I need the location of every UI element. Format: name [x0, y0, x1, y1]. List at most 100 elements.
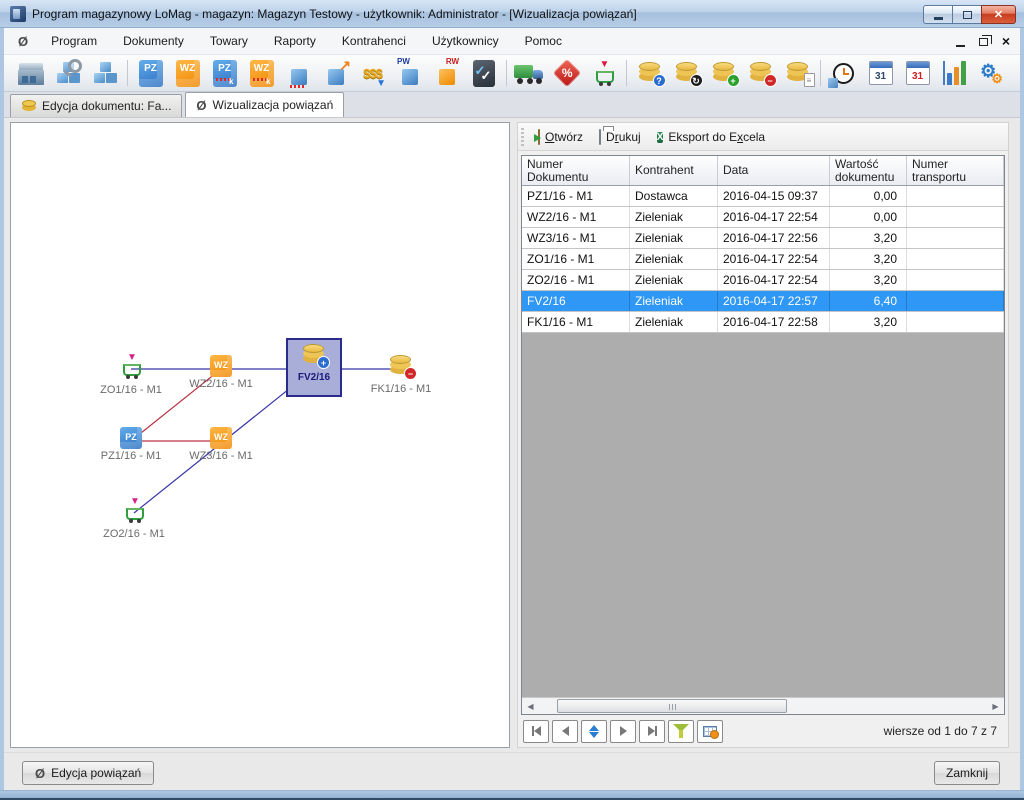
table-row[interactable]: WZ2/16 - M1Zieleniak2016-04-17 22:540,00	[522, 207, 1004, 228]
settings-icon[interactable]: ⚙⚙	[973, 56, 1010, 90]
graph-node-pz1[interactable]: PZPZ1/16 - M1	[85, 427, 177, 462]
table-cell: Zieleniak	[630, 207, 718, 227]
doc-pz-correction-icon[interactable]: PZk	[206, 56, 243, 90]
last-record-button[interactable]	[639, 720, 665, 743]
sort-button[interactable]	[581, 720, 607, 743]
money-add-icon[interactable]: +	[705, 56, 742, 90]
grid-empty-area	[522, 333, 1004, 697]
scrollbar-thumb[interactable]	[557, 699, 787, 713]
doc-pz-icon[interactable]: PZ	[132, 56, 169, 90]
main-toolbar: PZWZPZkWZk ↗$$$▼PWRW✓✓%▼?↻+−≡ 3131 ⚙⚙	[4, 55, 1020, 92]
graph-node-zo2[interactable]: ▼ZO2/16 - M1	[88, 499, 180, 540]
search-goods-icon[interactable]	[49, 56, 86, 90]
money-refresh-icon[interactable]: ↻	[668, 56, 705, 90]
column-header-data[interactable]: Data	[718, 156, 830, 185]
main-content: ▼ZO1/16 - M1WZWZ2/16 - M1+FV2/16−FK1/16 …	[4, 118, 1020, 752]
menu-item-pomoc[interactable]: Pomoc	[512, 29, 575, 53]
toolbar-separator	[127, 60, 128, 86]
price-change-icon[interactable]: $$$▼	[354, 56, 391, 90]
scroll-right-arrow[interactable]: ▶	[987, 698, 1004, 714]
money-invoice-icon[interactable]: ≡	[779, 56, 816, 90]
table-cell: Zieleniak	[630, 270, 718, 290]
calendar-icon[interactable]: 31	[862, 56, 899, 90]
money-remove-icon[interactable]: −	[742, 56, 779, 90]
mdi-minimize-icon[interactable]	[956, 45, 965, 47]
money-question-icon[interactable]: ?	[631, 56, 668, 90]
coins-plus-icon: +	[301, 344, 327, 371]
edit-links-button[interactable]: Ø Edycja powiązań	[22, 761, 154, 785]
scroll-left-arrow[interactable]: ◀	[522, 698, 539, 714]
mdi-restore-icon[interactable]	[979, 38, 988, 46]
title-bar: Program magazynowy LoMag - magazyn: Maga…	[0, 0, 1024, 28]
grid-settings-button[interactable]	[697, 720, 723, 743]
graph-node-fk1[interactable]: −FK1/16 - M1	[355, 355, 447, 395]
scrollbar-track[interactable]	[539, 698, 987, 714]
goods-icon[interactable]	[86, 56, 123, 90]
link-graph-panel: ▼ZO1/16 - M1WZWZ2/16 - M1 +FV2/16 −FK1/16 …	[10, 122, 510, 748]
inventory-icon[interactable]	[280, 56, 317, 90]
filter-button[interactable]	[668, 720, 694, 743]
table-row[interactable]: ZO1/16 - M1Zieleniak2016-04-17 22:543,20	[522, 249, 1004, 270]
doc-wz-icon[interactable]: WZ	[169, 56, 206, 90]
column-header-numer-transportu[interactable]: Numer transportu	[907, 156, 1004, 185]
table-row[interactable]: FV2/16Zieleniak2016-04-17 22:576,40	[522, 291, 1004, 312]
first-record-button[interactable]	[523, 720, 549, 743]
edit-links-label: Edycja powiązań	[51, 766, 141, 780]
graph-node-wz2[interactable]: WZWZ2/16 - M1	[175, 355, 267, 390]
table-cell	[907, 228, 1004, 248]
menu-item-użytkownicy[interactable]: Użytkownicy	[419, 29, 512, 53]
table-row[interactable]: PZ1/16 - M1Dostawca2016-04-15 09:370,00	[522, 186, 1004, 207]
calendar-red-icon[interactable]: 31	[899, 56, 936, 90]
table-cell: PZ1/16 - M1	[522, 186, 630, 206]
tab-edycja-dokumentu-fa[interactable]: Edycja dokumentu: Fa...	[10, 94, 182, 117]
menu-item-kontrahenci[interactable]: Kontrahenci	[329, 29, 419, 53]
previous-record-button[interactable]	[552, 720, 578, 743]
doc-wz-correction-icon[interactable]: WZk	[243, 56, 280, 90]
close-view-button[interactable]: Zamknij	[934, 761, 1000, 785]
column-header-numer-dokumentu[interactable]: Numer Dokumentu	[522, 156, 630, 185]
print-button[interactable]: Drukuj	[591, 127, 649, 147]
table-cell: WZ3/16 - M1	[522, 228, 630, 248]
node-label: FV2/16	[288, 372, 340, 383]
maximize-button[interactable]	[952, 5, 981, 24]
footer-bar: Ø Edycja powiązań Zamknij	[4, 752, 1020, 790]
goods-transfer-icon[interactable]: ↗	[317, 56, 354, 90]
menu-item-raporty[interactable]: Raporty	[261, 29, 329, 53]
minimize-button[interactable]	[923, 5, 952, 24]
history-icon[interactable]	[825, 56, 862, 90]
statistics-icon[interactable]	[936, 56, 973, 90]
delivery-icon[interactable]	[511, 56, 548, 90]
table-cell: FV2/16	[522, 291, 630, 311]
open-button[interactable]: Otwórz	[530, 127, 591, 147]
excel-button[interactable]: XEksport do Excela	[649, 126, 773, 148]
menu-item-towary[interactable]: Towary	[197, 29, 261, 53]
toolbar-gripper[interactable]	[521, 128, 524, 146]
tasks-icon[interactable]: ✓✓	[465, 56, 502, 90]
graph-node-zo1[interactable]: ▼ZO1/16 - M1	[85, 355, 177, 396]
table-row[interactable]: WZ3/16 - M1Zieleniak2016-04-17 22:563,20	[522, 228, 1004, 249]
mdi-close-icon[interactable]: ×	[1002, 34, 1010, 48]
menu-item-program[interactable]: Program	[38, 29, 110, 53]
table-cell: 0,00	[830, 207, 907, 227]
purchase-cart-icon[interactable]: ▼	[585, 56, 622, 90]
close-button[interactable]: ✕	[981, 5, 1016, 24]
discounts-icon[interactable]: %	[548, 56, 585, 90]
warehouse-icon[interactable]	[12, 56, 49, 90]
doc-rw-icon[interactable]: RW	[428, 56, 465, 90]
table-cell: WZ2/16 - M1	[522, 207, 630, 227]
next-record-button[interactable]	[610, 720, 636, 743]
column-header-kontrahent[interactable]: Kontrahent	[630, 156, 718, 185]
node-label: PZ1/16 - M1	[85, 450, 177, 462]
menu-item-dokumenty[interactable]: Dokumenty	[110, 29, 197, 53]
table-row[interactable]: ZO2/16 - M1Zieleniak2016-04-17 22:543,20	[522, 270, 1004, 291]
tab-wizualizacja-powiązań[interactable]: ØWizualizacja powiązań	[185, 92, 344, 117]
doc-pw-icon[interactable]: PW	[391, 56, 428, 90]
table-cell: 6,40	[830, 291, 907, 311]
column-header-wartość-dokumentu[interactable]: Wartość dokumentu	[830, 156, 907, 185]
table-cell: Zieleniak	[630, 312, 718, 332]
horizontal-scrollbar[interactable]: ◀ ▶	[522, 697, 1004, 714]
table-row[interactable]: FK1/16 - M1Zieleniak2016-04-17 22:583,20	[522, 312, 1004, 333]
table-cell: ZO1/16 - M1	[522, 249, 630, 269]
graph-node-fv2[interactable]: +FV2/16	[286, 338, 342, 397]
graph-node-wz3[interactable]: WZWZ3/16 - M1	[175, 427, 267, 462]
